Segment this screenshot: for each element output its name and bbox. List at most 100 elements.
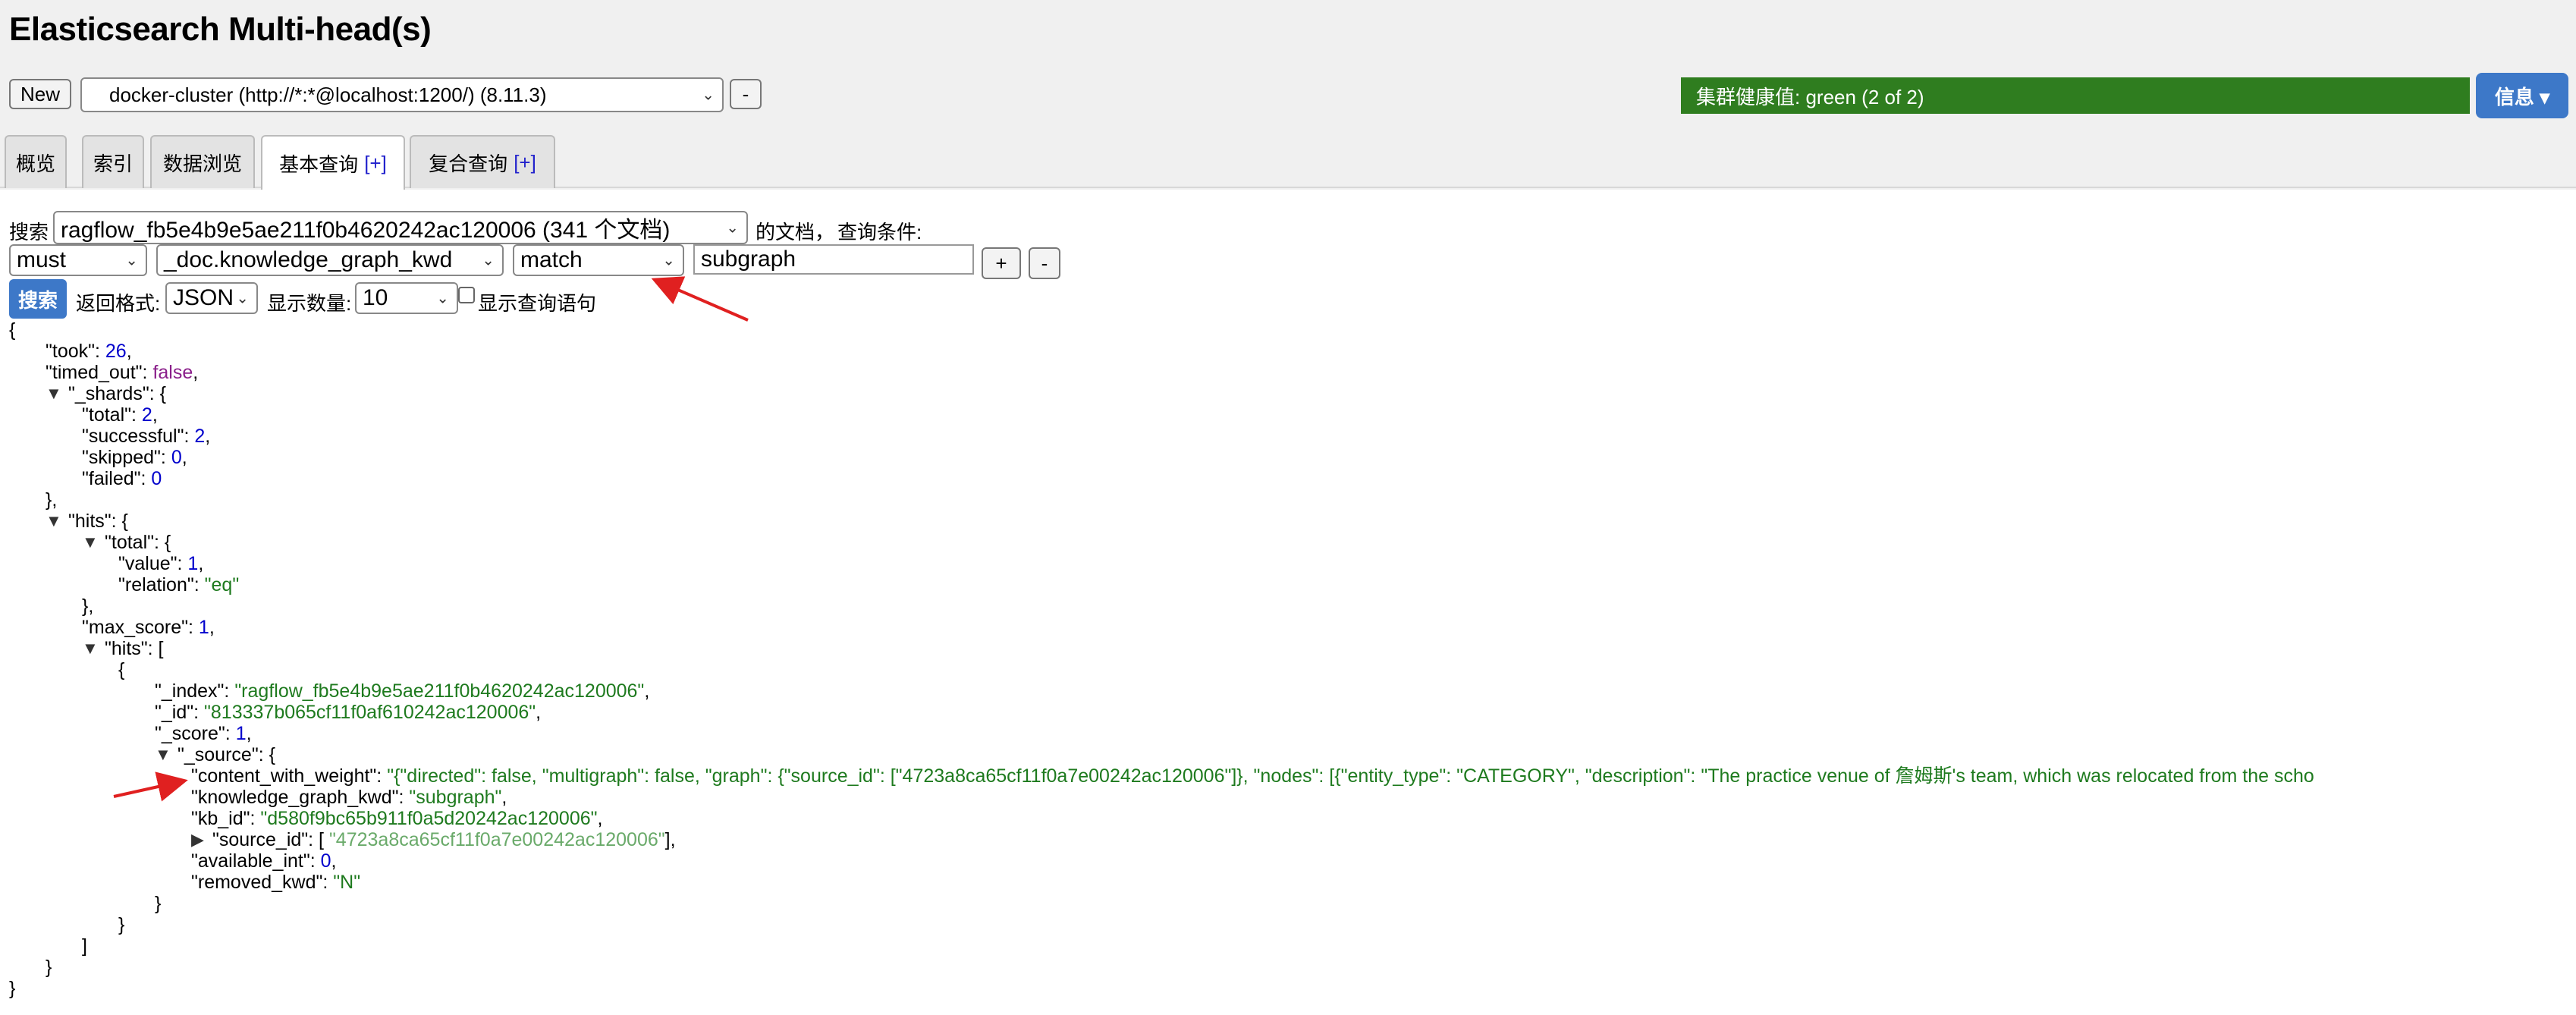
- app-title: Elasticsearch Multi-head(s): [9, 11, 431, 49]
- index-select[interactable]: ragflow_fb5e4b9e5ae211f0b4620242ac120006…: [53, 211, 748, 244]
- json-close-brace: }: [155, 894, 161, 914]
- json-open-brace: {: [118, 660, 124, 680]
- field-select[interactable]: _doc.knowledge_graph_kwd ⌄: [156, 244, 504, 276]
- max-score-value: 1: [199, 617, 209, 638]
- json-line-id: "_id": "813337b065cf11f0af610242ac120006…: [155, 702, 541, 723]
- tab-label: 基本查询: [279, 149, 358, 178]
- show-query-label: 显示查询语句: [478, 288, 596, 316]
- hit-id-value: "813337b065cf11f0af610242ac120006": [204, 702, 536, 723]
- chevron-down-icon: ⌄: [436, 289, 449, 308]
- info-button[interactable]: 信息 ▾: [2476, 73, 2568, 118]
- shards-total-value: 2: [142, 404, 152, 426]
- knowledge-graph-kwd-value: "subgraph": [409, 787, 501, 808]
- tab-compound-query[interactable]: 复合查询 [+]: [410, 135, 555, 188]
- size-label: 显示数量:: [267, 288, 351, 316]
- search-button[interactable]: 搜索: [9, 279, 67, 319]
- tab-label: 复合查询: [429, 149, 507, 177]
- json-line-content: "content_with_weight": "{"directed": fal…: [191, 766, 2314, 787]
- timed-out-value: false: [152, 362, 193, 383]
- json-close-brace: }: [9, 979, 15, 999]
- tab-basic-query[interactable]: 基本查询 [+]: [261, 135, 405, 190]
- tab-browser[interactable]: 数据浏览: [150, 135, 255, 188]
- app-root: Elasticsearch Multi-head(s) New docker-c…: [0, 0, 2576, 1015]
- chevron-down-icon: ⌄: [236, 289, 249, 308]
- collapse-toggle-icon[interactable]: ▼: [82, 533, 99, 552]
- tab-label: 数据浏览: [163, 149, 242, 177]
- field-select-value: _doc.knowledge_graph_kwd: [164, 247, 452, 273]
- size-select[interactable]: 10 ⌄: [355, 282, 458, 314]
- match-select[interactable]: match ⌄: [513, 244, 684, 276]
- json-line-removed-kwd: "removed_kwd": "N": [191, 872, 360, 893]
- add-condition-button[interactable]: +: [982, 247, 1021, 279]
- removed-kwd-value: "N": [333, 872, 360, 893]
- shards-failed-value: 0: [151, 468, 162, 489]
- hits-total-value: 1: [187, 553, 198, 574]
- json-line-value: "value": 1,: [118, 554, 203, 574]
- chevron-down-icon: ⌄: [662, 251, 675, 270]
- index-select-value: ragflow_fb5e4b9e5ae211f0b4620242ac120006…: [61, 211, 670, 244]
- hits-relation-value: "eq": [205, 574, 240, 595]
- collapse-toggle-icon[interactable]: ▼: [155, 745, 171, 765]
- json-line-successful: "successful": 2,: [82, 426, 210, 447]
- json-brace: {: [9, 320, 15, 341]
- query-value-input[interactable]: subgraph: [693, 244, 974, 275]
- json-line-hits-total: "total": {: [105, 533, 171, 553]
- cluster-health-badge: 集群健康值: green (2 of 2): [1681, 77, 2470, 114]
- json-close-brace: }: [46, 957, 52, 978]
- json-line-available-int: "available_int": 0,: [191, 851, 337, 872]
- tab-label: 概览: [16, 149, 55, 177]
- json-line-shards-total: "total": 2,: [82, 405, 158, 426]
- tab-plus: [+]: [514, 151, 536, 174]
- chevron-down-icon: ⌄: [482, 251, 495, 270]
- bool-select-value: must: [17, 247, 66, 273]
- json-line-skipped: "skipped": 0,: [82, 448, 187, 468]
- content-with-weight-value: "{"directed": false, "multigraph": false…: [387, 765, 2314, 787]
- match-select-value: match: [520, 247, 583, 273]
- collapse-toggle-icon[interactable]: ▼: [82, 639, 99, 658]
- json-close-brace: }: [118, 915, 124, 935]
- tab-overview[interactable]: 概览: [5, 135, 67, 188]
- cluster-select-value: docker-cluster (http://*:*@localhost:120…: [109, 83, 547, 107]
- chevron-down-icon: ⌄: [726, 218, 739, 237]
- took-value: 26: [105, 341, 127, 362]
- size-select-value: 10: [363, 285, 388, 311]
- format-label: 返回格式:: [76, 288, 160, 316]
- new-connection-button[interactable]: New: [9, 79, 71, 109]
- format-select-value: JSON: [173, 285, 234, 311]
- json-line-score: "_score": 1,: [155, 724, 252, 744]
- collapse-toggle-icon[interactable]: ▼: [46, 384, 62, 404]
- json-line-kg-kwd: "knowledge_graph_kwd": "subgraph",: [191, 787, 507, 808]
- tab-plus: [+]: [364, 152, 387, 175]
- format-select[interactable]: JSON ⌄: [165, 282, 258, 314]
- json-close-brace: },: [46, 490, 57, 511]
- tab-indices[interactable]: 索引: [82, 135, 144, 188]
- annotation-arrow-content: [114, 781, 182, 797]
- json-line-took: "took": 26,: [46, 341, 132, 362]
- json-line-relation: "relation": "eq": [118, 575, 239, 595]
- shards-successful-value: 2: [194, 426, 205, 447]
- hit-score-value: 1: [236, 723, 247, 744]
- annotation-arrow-match: [657, 281, 748, 320]
- json-line-source: "_source": {: [177, 745, 275, 765]
- json-close-brace: },: [82, 596, 93, 617]
- hit-index-value: "ragflow_fb5e4b9e5ae211f0b4620242ac12000…: [234, 680, 644, 702]
- shards-skipped-value: 0: [171, 447, 182, 468]
- cluster-select[interactable]: docker-cluster (http://*:*@localhost:120…: [80, 77, 724, 112]
- collapse-toggle-icon[interactable]: ▼: [46, 511, 62, 531]
- json-line-max-score: "max_score": 1,: [82, 617, 215, 638]
- json-line-kb-id: "kb_id": "d580f9bc65b911f0a5d20242ac1200…: [191, 809, 602, 829]
- show-query-checkbox[interactable]: [458, 287, 475, 303]
- conditions-label: 查询条件:: [837, 217, 922, 245]
- tab-label: 索引: [93, 149, 133, 177]
- docs-label: 的文档，: [756, 217, 834, 245]
- expand-toggle-icon[interactable]: ▶: [191, 830, 204, 850]
- available-int-value: 0: [321, 850, 331, 872]
- json-line-index: "_index": "ragflow_fb5e4b9e5ae211f0b4620…: [155, 681, 649, 702]
- remove-condition-button[interactable]: -: [1029, 247, 1060, 279]
- search-label: 搜索: [9, 217, 49, 245]
- bool-select[interactable]: must ⌄: [9, 244, 147, 276]
- remove-cluster-button[interactable]: -: [730, 79, 762, 109]
- json-line-source-id: "source_id": [ "4723a8ca65cf11f0a7e00242…: [212, 830, 676, 850]
- json-line-hits: "hits": {: [68, 511, 128, 532]
- kb-id-value: "d580f9bc65b911f0a5d20242ac120006": [260, 808, 597, 829]
